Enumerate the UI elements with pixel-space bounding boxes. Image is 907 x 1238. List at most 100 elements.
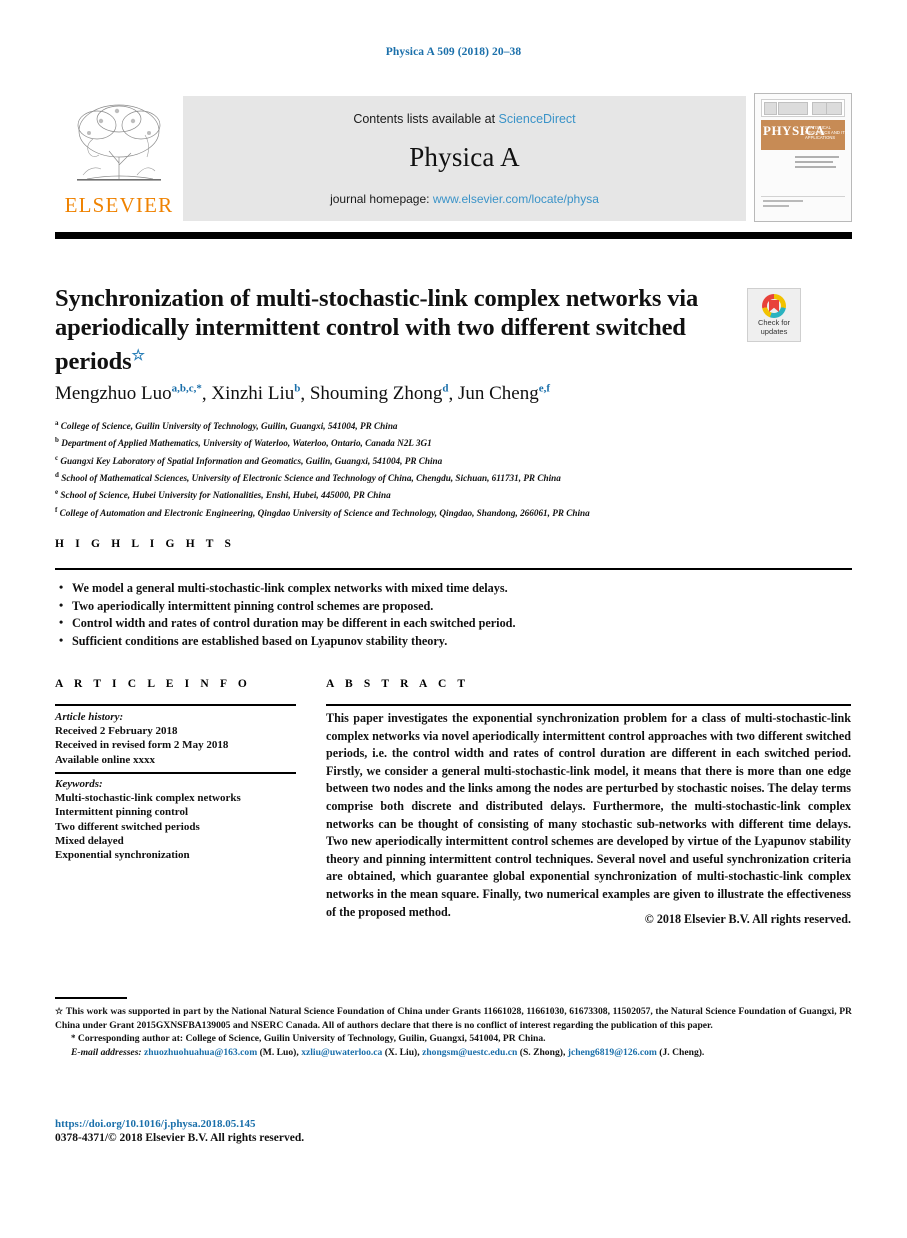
author-list: Mengzhuo Luoa,b,c,*, Xinzhi Liub, Shoumi… <box>55 383 551 405</box>
affiliation-marker: d <box>55 471 59 480</box>
footnote-corresponding-text: Corresponding author at: College of Scie… <box>77 1033 546 1045</box>
keyword-item: Intermittent pinning control <box>55 806 189 819</box>
crossmark-label: Check for updates <box>748 318 800 336</box>
email-link[interactable]: jcheng6819@126.com <box>568 1047 657 1058</box>
article-info-heading: A R T I C L E I N F O <box>55 678 251 690</box>
affiliation-item: f College of Automation and Electronic E… <box>55 503 855 520</box>
affiliation-list: a College of Science, Guilin University … <box>55 416 855 520</box>
footnote-block: ☆ This work was supported in part by the… <box>55 1005 852 1059</box>
abstract-rule <box>326 704 851 706</box>
author-entry: Xinzhi Liub <box>211 383 300 404</box>
affiliation-text: School of Mathematical Sciences, Univers… <box>61 473 561 484</box>
crossmark-flag-icon <box>769 300 779 312</box>
affiliation-marker: e <box>55 488 59 497</box>
abstract-copyright: © 2018 Elsevier B.V. All rights reserved… <box>644 912 851 926</box>
footnote-emails: E-mail addresses: zhuozhuohuahua@163.com… <box>55 1046 852 1060</box>
homepage-prefix: journal homepage: <box>330 192 433 206</box>
email-link[interactable]: zhongsm@uestc.edu.cn <box>422 1047 517 1058</box>
email-sep: , <box>417 1046 420 1058</box>
list-item: Two aperiodically intermittent pinning c… <box>58 597 848 616</box>
footnote-star-marker: ☆ <box>55 1006 64 1016</box>
masthead-bottom-rule <box>55 232 852 239</box>
email-owner: (S. Zhong) <box>519 1046 563 1058</box>
footnote-corresponding: * Corresponding author at: College of Sc… <box>55 1032 852 1046</box>
email-label: E-mail addresses: <box>71 1046 142 1058</box>
author-name: Jun Cheng <box>457 383 539 405</box>
email-sep: , <box>562 1046 566 1058</box>
affiliation-item: a College of Science, Guilin University … <box>55 416 855 433</box>
masthead-center-panel: Contents lists available at ScienceDirec… <box>183 96 746 221</box>
article-history-item: Received 2 February 2018 <box>55 725 178 738</box>
footnote-rule <box>55 997 127 999</box>
email-owner: (M. Luo) <box>259 1046 297 1058</box>
list-item: We model a general multi-stochastic-link… <box>58 579 848 598</box>
journal-cover-thumbnail: PHYSICA STATISTICAL MECHANICS AND ITS AP… <box>754 93 852 222</box>
cover-subtitle: STATISTICAL MECHANICS AND ITS APPLICATIO… <box>805 125 848 140</box>
affiliation-marker: f <box>55 505 58 514</box>
affiliation-item: d School of Mathematical Sciences, Unive… <box>55 468 855 485</box>
affiliation-text: School of Science, Hubei University for … <box>60 490 391 501</box>
running-head: Physica A 509 (2018) 20–38 <box>385 46 522 58</box>
article-history-item: Available online xxxx <box>55 753 156 766</box>
email-owner: (X. Liu) <box>384 1046 418 1058</box>
journal-masthead: ELSEVIER Contents lists available at Sci… <box>55 93 852 224</box>
author-name: Xinzhi Liu <box>211 383 295 405</box>
issn-copyright-line: 0378-4371/© 2018 Elsevier B.V. All right… <box>55 1132 305 1144</box>
crossmark-ring-icon <box>762 294 786 318</box>
keywords-block: Keywords: Multi-stochastic-link complex … <box>55 777 315 862</box>
crossmark-badge[interactable]: Check for updates <box>747 288 801 342</box>
keyword-item: Mixed delayed <box>55 834 124 847</box>
article-first-page: Physica A 509 (2018) 20–38 ELSEVIER Cont… <box>0 0 907 1238</box>
cover-top-bar <box>761 99 845 117</box>
article-history-label: Article history: <box>55 711 124 723</box>
footnote-funding: ☆ This work was supported in part by the… <box>55 1005 852 1032</box>
affiliation-text: Guangxi Key Laboratory of Spatial Inform… <box>60 455 443 466</box>
contents-prefix: Contents lists available at <box>353 112 499 126</box>
email-owner: (J. Cheng). <box>659 1046 705 1058</box>
author-affil-marker[interactable]: a,b,c,* <box>172 383 202 395</box>
affiliation-text: College of Science, Guilin University of… <box>60 421 398 432</box>
affiliation-marker: a <box>55 419 59 427</box>
list-item: Sufficient conditions are established ba… <box>58 632 848 651</box>
elsevier-wordmark: ELSEVIER <box>64 193 174 217</box>
keywords-label: Keywords: <box>55 778 103 790</box>
author-affil-marker[interactable]: e,f <box>539 383 550 395</box>
keyword-item: Exponential synchronization <box>55 849 190 862</box>
author-entry: Shouming Zhongd <box>310 383 449 404</box>
affiliation-item: c Guangxi Key Laboratory of Spatial Info… <box>55 451 855 468</box>
author-entry: Jun Chenge,f <box>458 383 550 404</box>
journal-homepage-link[interactable]: www.elsevier.com/locate/physa <box>433 192 599 206</box>
author-affil-marker[interactable]: b <box>294 383 300 395</box>
footnote-asterisk-marker: * <box>71 1033 76 1044</box>
journal-title: Physica A <box>409 142 520 172</box>
abstract-text: This paper investigates the exponential … <box>326 711 851 919</box>
title-footnote-marker: ☆ <box>131 348 145 364</box>
highlights-heading: H I G H L I G H T S <box>55 538 236 550</box>
abstract-heading: A B S T R A C T <box>326 678 470 690</box>
author-entry: Mengzhuo Luoa,b,c,* <box>55 383 202 404</box>
list-item: Control width and rates of control durat… <box>58 614 848 633</box>
crossmark-label-line2: updates <box>760 326 788 336</box>
highlights-list: We model a general multi-stochastic-link… <box>58 579 848 651</box>
author-name: Shouming Zhong <box>309 383 443 405</box>
author-affil-marker[interactable]: d <box>442 383 448 395</box>
email-link[interactable]: zhuozhuohuahua@163.com <box>144 1047 257 1058</box>
keyword-item: Two different switched periods <box>55 820 200 833</box>
footnote-funding-text: This work was supported in part by the N… <box>55 1006 852 1031</box>
elsevier-tree-icon <box>77 104 161 181</box>
cover-editor-lines <box>795 156 847 171</box>
sciencedirect-link[interactable]: ScienceDirect <box>499 112 576 126</box>
cover-footer-block <box>761 196 845 215</box>
contents-available-line: Contents lists available at ScienceDirec… <box>183 112 746 126</box>
affiliation-item: b Department of Applied Mathematics, Uni… <box>55 433 855 450</box>
affiliation-text: College of Automation and Electronic Eng… <box>59 507 590 518</box>
elsevier-logo: ELSEVIER <box>55 93 183 224</box>
article-history: Article history: Received 2 February 201… <box>55 710 305 767</box>
article-info-rule-top <box>55 704 296 706</box>
journal-homepage-line: journal homepage: www.elsevier.com/locat… <box>183 192 746 206</box>
email-link[interactable]: xzliu@uwaterloo.ca <box>301 1047 382 1058</box>
doi-link[interactable]: https://doi.org/10.1016/j.physa.2018.05.… <box>55 1118 255 1130</box>
highlights-rule <box>55 568 852 570</box>
affiliation-marker: b <box>55 436 59 445</box>
author-name: Mengzhuo Luo <box>55 383 172 405</box>
